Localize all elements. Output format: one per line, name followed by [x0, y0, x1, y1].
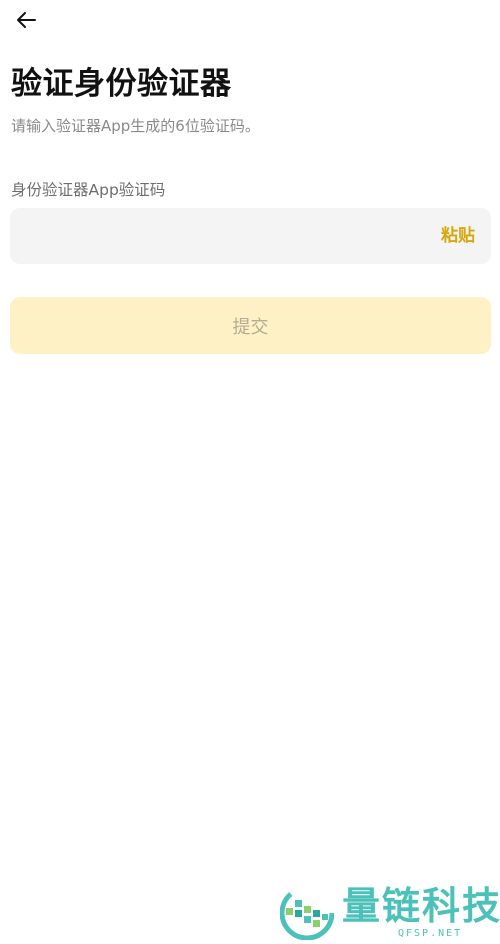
page-title: 验证身份验证器	[11, 66, 232, 102]
code-field-label: 身份验证器App验证码	[11, 181, 166, 199]
arrow-left-icon	[15, 11, 37, 33]
paste-button[interactable]: 粘贴	[441, 208, 475, 264]
back-button[interactable]	[10, 6, 42, 38]
watermark-domain-text: QFSP.NET	[398, 928, 463, 939]
verify-authenticator-page: 验证身份验证器 请输入验证器App生成的6位验证码。 身份验证器App验证码 粘…	[0, 0, 500, 944]
submit-button-label: 提交	[232, 316, 269, 338]
code-input-container: 粘贴	[10, 208, 491, 264]
watermark: 量链科技 QFSP.NET	[279, 884, 500, 942]
watermark-brand-text: 量链科技	[342, 884, 500, 928]
watermark-logo-icon	[279, 885, 335, 941]
verification-code-input[interactable]	[10, 208, 420, 264]
page-subtitle: 请输入验证器App生成的6位验证码。	[11, 117, 260, 135]
submit-button[interactable]: 提交	[10, 297, 491, 354]
